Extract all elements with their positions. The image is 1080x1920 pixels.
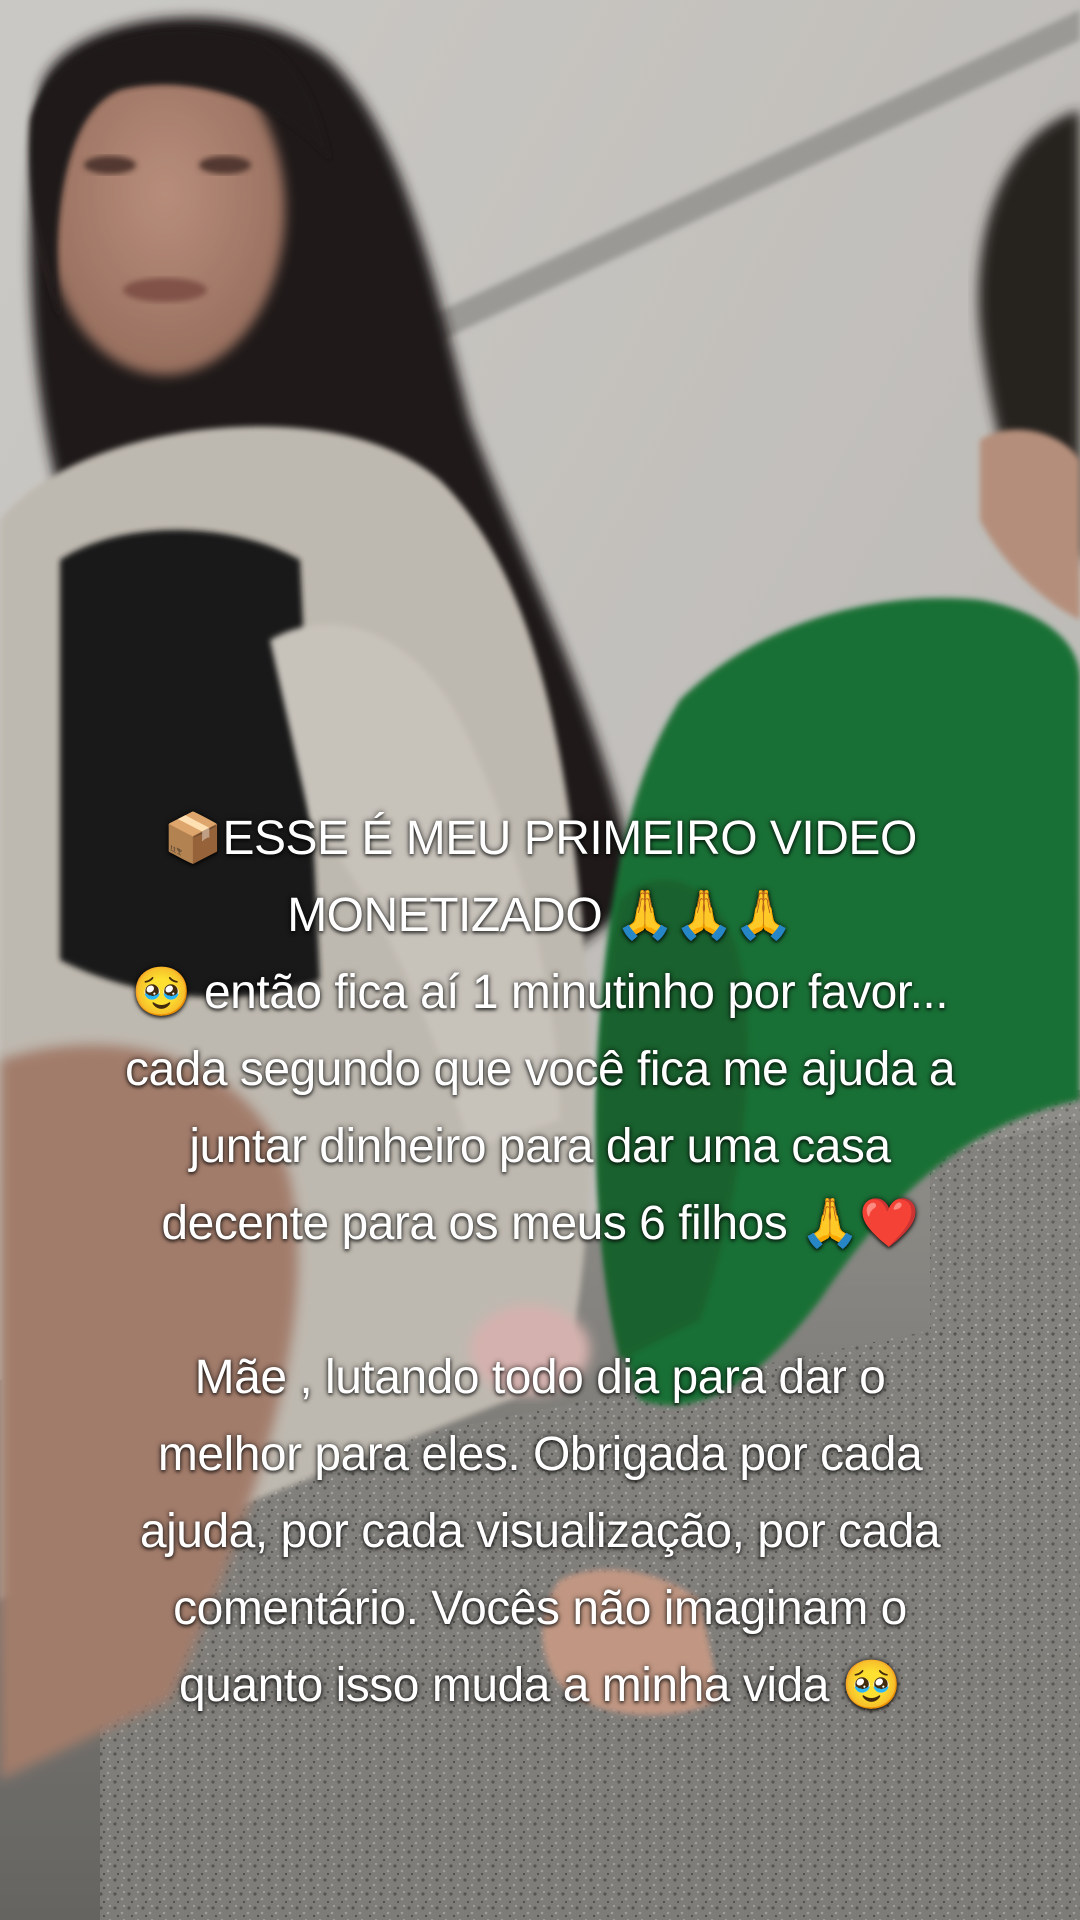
caption-line: MONETIZADO 🙏🙏🙏 <box>287 889 793 942</box>
caption-line: Mãe , lutando todo dia para dar o <box>194 1351 886 1404</box>
video-frame: 📦ESSE É MEU PRIMEIRO VIDEO MONETIZADO 🙏🙏… <box>0 0 1080 1920</box>
caption-line: cada segundo que você fica me ajuda a <box>124 1043 956 1096</box>
caption-line: quanto isso muda a minha vida 🥹 <box>178 1659 902 1712</box>
caption-line: comentário. Vocês não imaginam o <box>173 1582 907 1635</box>
caption-line: juntar dinheiro para dar uma casa <box>189 1120 891 1173</box>
caption-line: ajuda, por cada visualização, por cada <box>139 1505 941 1558</box>
caption-line: 📦ESSE É MEU PRIMEIRO VIDEO <box>163 812 917 865</box>
video-caption: 📦ESSE É MEU PRIMEIRO VIDEO MONETIZADO 🙏🙏… <box>40 800 1040 1724</box>
caption-line: decente para os meus 6 filhos 🙏❤️ <box>161 1197 919 1250</box>
caption-line: melhor para eles. Obrigada por cada <box>157 1428 923 1481</box>
caption-line: 🥹 então fica aí 1 minutinho por favor... <box>131 966 949 1019</box>
